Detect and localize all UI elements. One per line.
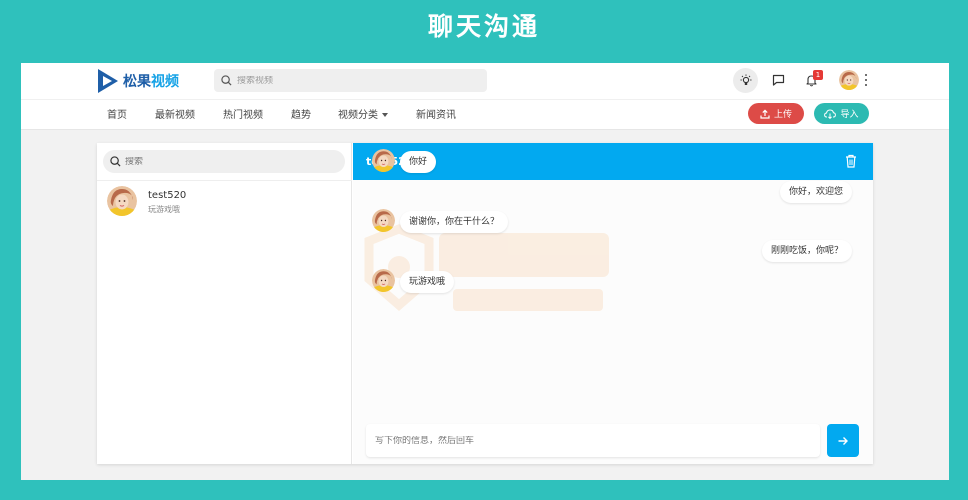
nav-item-hot[interactable]: 热门视频 bbox=[223, 106, 263, 121]
chat-bubble-icon bbox=[772, 74, 785, 86]
message-avatar bbox=[372, 269, 395, 292]
send-button[interactable] bbox=[827, 424, 859, 457]
site-logo[interactable]: 松果视频 bbox=[96, 68, 179, 94]
play-logo-icon bbox=[98, 69, 118, 93]
contact-search-box[interactable] bbox=[103, 150, 345, 173]
nav-item-news[interactable]: 新闻资讯 bbox=[416, 106, 456, 121]
import-button[interactable]: 导入 bbox=[814, 103, 869, 124]
message-bubble-outgoing: 你好，欢迎您 bbox=[779, 181, 852, 203]
notifications-button[interactable]: 1 bbox=[799, 68, 824, 93]
video-search-input[interactable] bbox=[237, 75, 467, 86]
arrow-right-icon bbox=[838, 436, 848, 445]
message-avatar bbox=[372, 209, 395, 232]
upload-button[interactable]: 上传 bbox=[748, 103, 804, 124]
message-bubble-incoming: 你好 bbox=[400, 151, 437, 173]
chat-panel: test520 玩游戏哦 test520 bbox=[97, 143, 873, 464]
app-window: 松果视频 搜索视频 1 首页 最新视频 热门视频 趋势 视频分类 新闻资讯 上传… bbox=[21, 63, 949, 480]
search-icon bbox=[110, 156, 121, 167]
logo-text-primary: 松果 bbox=[123, 74, 151, 90]
upload-icon bbox=[760, 109, 770, 119]
user-avatar[interactable] bbox=[839, 70, 859, 90]
logo-text-secondary: 视频 bbox=[151, 74, 179, 90]
banner-title: 聊天沟通 bbox=[427, 12, 540, 41]
contacts-sidebar: test520 玩游戏哦 bbox=[97, 143, 352, 464]
message-bubble-incoming: 玩游戏哦 bbox=[400, 271, 455, 293]
messages-button[interactable] bbox=[766, 68, 791, 93]
video-search-box[interactable] bbox=[214, 69, 487, 92]
more-options-icon[interactable] bbox=[863, 72, 869, 88]
contact-name: test520 bbox=[148, 190, 187, 201]
message-composer[interactable] bbox=[366, 424, 820, 457]
nav-item-home[interactable]: 首页 bbox=[107, 106, 127, 121]
message-input[interactable] bbox=[375, 435, 805, 446]
avatar-image bbox=[839, 70, 859, 90]
nav-item-categories-label: 视频分类 bbox=[338, 110, 378, 121]
contact-search-input[interactable] bbox=[125, 156, 325, 167]
import-button-label: 导入 bbox=[840, 110, 859, 120]
banner: 聊天沟通 bbox=[0, 0, 968, 62]
lightbulb-icon bbox=[740, 74, 751, 85]
cloud-download-icon bbox=[824, 108, 837, 119]
search-icon bbox=[221, 75, 232, 86]
notification-badge: 1 bbox=[813, 70, 823, 80]
trash-icon[interactable] bbox=[843, 153, 859, 169]
theme-toggle-button[interactable] bbox=[733, 68, 758, 93]
contact-item[interactable]: test520 玩游戏哦 bbox=[97, 181, 352, 223]
upload-button-label: 上传 bbox=[773, 110, 792, 120]
nav-item-trending[interactable]: 趋势 bbox=[291, 106, 311, 121]
nav-item-latest[interactable]: 最新视频 bbox=[155, 106, 195, 121]
top-header: 松果视频 搜索视频 1 首页 最新视频 热门视频 趋势 视频分类 新闻资讯 上传… bbox=[21, 63, 949, 130]
caret-down-icon bbox=[382, 113, 388, 117]
message-avatar bbox=[372, 149, 395, 172]
contact-last-message: 玩游戏哦 bbox=[148, 205, 180, 214]
conversation-pane: test520 你好 你好，欢迎您 bbox=[353, 143, 873, 464]
message-bubble-incoming: 谢谢你，你在干什么？ bbox=[400, 211, 509, 233]
nav-item-categories[interactable]: 视频分类 bbox=[338, 106, 388, 121]
main-nav: 首页 最新视频 热门视频 趋势 视频分类 新闻资讯 bbox=[21, 99, 949, 130]
contact-avatar bbox=[107, 186, 137, 216]
message-bubble-outgoing: 刚刚吃饭，你呢？ bbox=[761, 240, 852, 262]
